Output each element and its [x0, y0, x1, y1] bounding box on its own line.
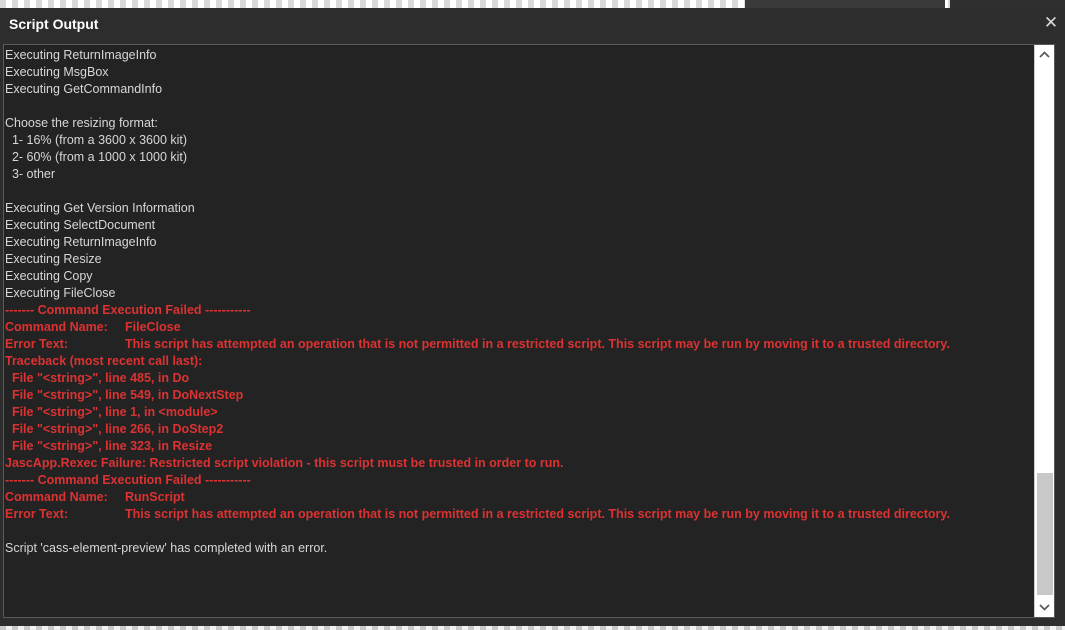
error-log-line: File "<string>", line 485, in Do — [5, 371, 190, 385]
error-field-value: FileClose — [125, 320, 181, 334]
error-log-line: ------- Command Execution Failed -------… — [5, 303, 251, 317]
error-log-line: Error Text: This script has attempted an … — [5, 506, 1030, 523]
log-line: Executing GetCommandInfo — [5, 82, 163, 96]
log-line: Executing ReturnImageInfo — [5, 48, 157, 62]
close-icon[interactable]: ✕ — [1043, 14, 1059, 32]
scroll-down-button[interactable] — [1035, 597, 1054, 617]
log-line: Choose the resizing format: — [5, 116, 158, 130]
log-line: Executing FileClose — [5, 286, 116, 300]
script-output-window: Script Output ✕ Executing ReturnImageInf… — [0, 8, 1065, 626]
error-field-label: Error Text: — [5, 337, 68, 351]
background-app-strip-bottom — [0, 626, 1065, 630]
scroll-up-button[interactable] — [1035, 45, 1054, 65]
error-field-value: This script has attempted an operation t… — [125, 337, 950, 351]
error-field-label: Error Text: — [5, 507, 68, 521]
log-line: Executing Resize — [5, 252, 102, 266]
background-app-strip-top — [0, 0, 1065, 8]
chevron-up-icon — [1039, 51, 1050, 58]
log-line: Executing Copy — [5, 269, 93, 283]
background-app-panel — [745, 0, 945, 8]
window-title: Script Output — [9, 16, 99, 32]
error-field-label: Command Name: — [5, 490, 108, 504]
log-line: 3- other — [5, 167, 56, 181]
script-output-text-area[interactable]: Executing ReturnImageInfo Executing MsgBo… — [3, 44, 1055, 618]
chevron-down-icon — [1039, 604, 1050, 611]
error-log-line: File "<string>", line 323, in Resize — [5, 439, 213, 453]
background-app-panel-right — [950, 0, 1065, 8]
log-line: 1- 16% (from a 3600 x 3600 kit) — [5, 133, 188, 147]
error-log-line: Traceback (most recent call last): — [5, 354, 203, 368]
scrollbar-thumb[interactable] — [1037, 473, 1053, 595]
error-log-line: Command Name: FileClose — [5, 319, 1030, 336]
error-log-line: File "<string>", line 549, in DoNextStep — [5, 388, 244, 402]
error-field-label: Command Name: — [5, 320, 108, 334]
error-log-line: File "<string>", line 266, in DoStep2 — [5, 422, 224, 436]
error-log-line: ------- Command Execution Failed -------… — [5, 473, 251, 487]
vertical-scrollbar[interactable] — [1034, 45, 1054, 617]
error-field-value: This script has attempted an operation t… — [125, 507, 950, 521]
error-field-value: RunScript — [125, 490, 185, 504]
log-line: Executing Get Version Information — [5, 201, 195, 215]
error-log-line: Error Text: This script has attempted an … — [5, 336, 1030, 353]
error-log-line: JascApp.Rexec Failure: Restricted script… — [5, 456, 564, 470]
log-line: 2- 60% (from a 1000 x 1000 kit) — [5, 150, 188, 164]
log-line: Executing ReturnImageInfo — [5, 235, 157, 249]
error-log-line: Command Name: RunScript — [5, 489, 1030, 506]
output-log: Executing ReturnImageInfo Executing MsgBo… — [5, 47, 1030, 557]
log-line: Executing SelectDocument — [5, 218, 156, 232]
window-title-bar[interactable]: Script Output ✕ — [0, 8, 1065, 41]
log-line: Executing MsgBox — [5, 65, 109, 79]
error-log-line: File "<string>", line 1, in <module> — [5, 405, 218, 419]
log-line: Script 'cass-element-preview' has comple… — [5, 541, 328, 555]
